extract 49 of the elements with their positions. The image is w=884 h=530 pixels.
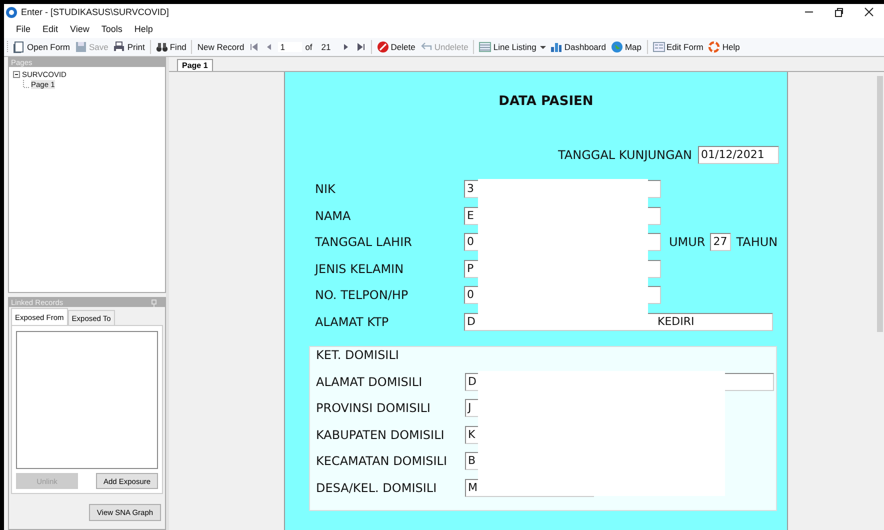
menu-item[interactable]: Help [134, 24, 153, 34]
toolbar-button[interactable]: Dashboard [549, 41, 607, 53]
page-tab[interactable]: Page 1 [177, 59, 213, 71]
menu-item[interactable]: View [70, 24, 90, 34]
records-list[interactable] [16, 331, 158, 469]
previous-icon[interactable] [265, 42, 274, 52]
tree-line-icon [23, 80, 29, 88]
toolbar-grip-icon [6, 40, 9, 54]
form-title: DATA PASIEN [498, 93, 594, 111]
menu-item[interactable]: Tools [101, 24, 122, 34]
record-count-text: 21 [321, 42, 331, 52]
field-label: TANGGAL LAHIR [315, 234, 413, 251]
close-icon[interactable] [864, 7, 874, 17]
field-label: NAMA [315, 208, 352, 224]
toolbar-button[interactable]: Open Form [12, 41, 71, 53]
group-title: KET. DOMISILI [315, 346, 400, 362]
field-label: ALAMAT KTP [315, 314, 390, 330]
field-label: PROVINSI DOMISILI [316, 400, 432, 417]
field-label: JENIS KELAMIN [315, 260, 405, 278]
date-field[interactable]: 01/12/2021 [698, 146, 779, 164]
toolbar-button[interactable]: New Record [196, 42, 246, 52]
toolbar-button[interactable]: Map [610, 41, 643, 53]
record-count-text: of [305, 42, 312, 52]
field-label: UMUR [669, 234, 706, 251]
next-icon[interactable] [342, 42, 350, 52]
scroll-thumb[interactable] [877, 76, 883, 332]
first-icon[interactable] [250, 42, 258, 52]
field-label: KECAMATAN DOMISILI [316, 453, 448, 470]
toolbar-button[interactable]: Help [707, 41, 741, 53]
field-label: NIK [315, 181, 336, 198]
field-label: ALAMAT DOMISILI [316, 374, 424, 390]
toolbar-button[interactable]: Delete [376, 41, 416, 53]
field-label: KABUPATEN DOMISILI [316, 426, 446, 444]
toolbar-button[interactable]: Print [112, 41, 146, 53]
last-icon[interactable] [356, 42, 365, 52]
collapse-icon[interactable] [13, 70, 20, 78]
field-label: DESA/KEL. DOMISILI [316, 480, 438, 496]
field-label: NO. TELPON/HP [315, 287, 410, 304]
toolbar-button[interactable]: Edit Form [652, 41, 704, 53]
field-label: TANGGAL KUNJUNGAN [558, 147, 692, 164]
toolbar-button[interactable]: Find [154, 41, 188, 53]
menu-item[interactable]: Edit [42, 24, 58, 34]
window-title: Enter - [STUDIKASUS\SURVCOVID] [21, 7, 170, 17]
age-field[interactable]: 27 [710, 233, 732, 251]
toolbar-button[interactable]: Line Listing [478, 41, 538, 53]
menu-item[interactable]: File [16, 24, 31, 34]
restore-icon[interactable] [834, 7, 844, 17]
record-number-field[interactable]: 1 [278, 42, 302, 52]
unit-label: TAHUN [736, 234, 778, 251]
